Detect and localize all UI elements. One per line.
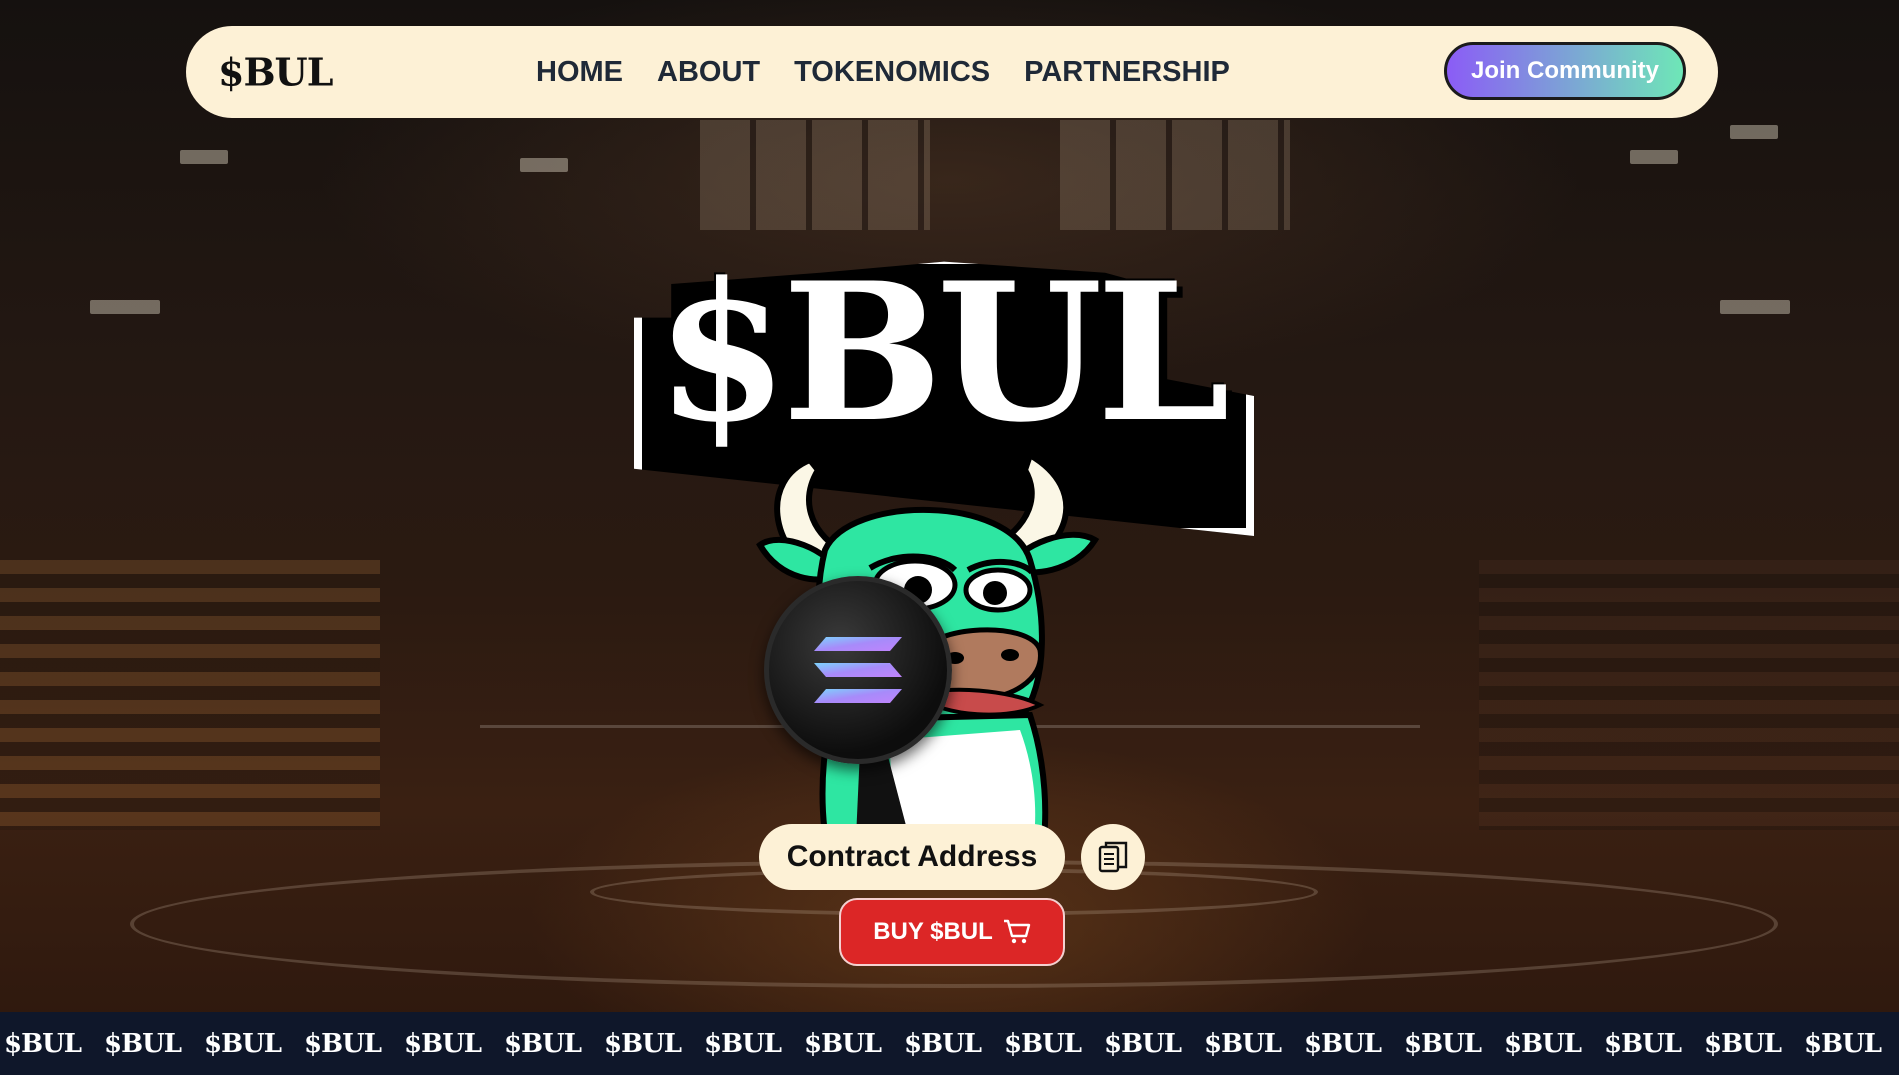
ticker-item: $BUL [1804,1028,1882,1059]
ticker-item: $BUL [704,1028,782,1059]
background-window [700,120,930,230]
nav-link-home[interactable]: HOME [536,56,623,89]
join-community-button[interactable]: Join Community [1444,42,1686,100]
buy-button-label: BUY $BUL [873,918,993,945]
ticker-item: $BUL [1004,1028,1082,1059]
ticker-item: $BUL [1304,1028,1382,1059]
left-stands [0,560,380,830]
top-navbar: $BUL HOME ABOUT TOKENOMICS PARTNERSHIP J… [186,26,1718,118]
arena-light [1730,125,1778,139]
nav-link-about[interactable]: ABOUT [657,56,760,89]
ticker-item: $BUL [404,1028,482,1059]
nav-link-tokenomics[interactable]: TOKENOMICS [794,56,990,89]
buy-token-button[interactable]: BUY $BUL [839,898,1065,966]
contract-address-button[interactable]: Contract Address [759,824,1065,890]
copy-contract-button[interactable] [1081,824,1145,890]
ticker-item: $BUL [104,1028,182,1059]
solana-coin [764,576,952,764]
nav-links: HOME ABOUT TOKENOMICS PARTNERSHIP [536,26,1230,118]
ticker-item: $BUL [804,1028,882,1059]
ticker-item: $BUL [304,1028,382,1059]
cart-icon [1003,919,1030,944]
brand-logo[interactable]: $BUL [218,50,333,95]
nav-link-partnership[interactable]: PARTNERSHIP [1024,56,1230,89]
ticker-item: $BUL [1504,1028,1582,1059]
arena-light [180,150,228,164]
ticker-item: $BUL [904,1028,982,1059]
ticker-item: $BUL [4,1028,82,1059]
copy-icon [1098,841,1128,873]
ticker-item: $BUL [1104,1028,1182,1059]
ticker-item: $BUL [1704,1028,1782,1059]
arena-light [520,158,568,172]
ticker-item: $BUL [1604,1028,1682,1059]
background-window [1060,120,1290,230]
arena-light [1720,300,1790,314]
ticker-item: $BUL [1404,1028,1482,1059]
ticker-item: $BUL [1204,1028,1282,1059]
ticker-item: $BUL [604,1028,682,1059]
arena-light [90,300,160,314]
arena-light [1630,150,1678,164]
right-stands [1479,560,1899,830]
solana-icon [814,637,902,703]
ticker-item: $BUL [204,1028,282,1059]
ticker-item: $BUL [504,1028,582,1059]
token-ticker-marquee: $BUL $BUL $BUL $BUL $BUL $BUL $BUL $BUL $BUL $BUL… [0,1012,1899,1075]
